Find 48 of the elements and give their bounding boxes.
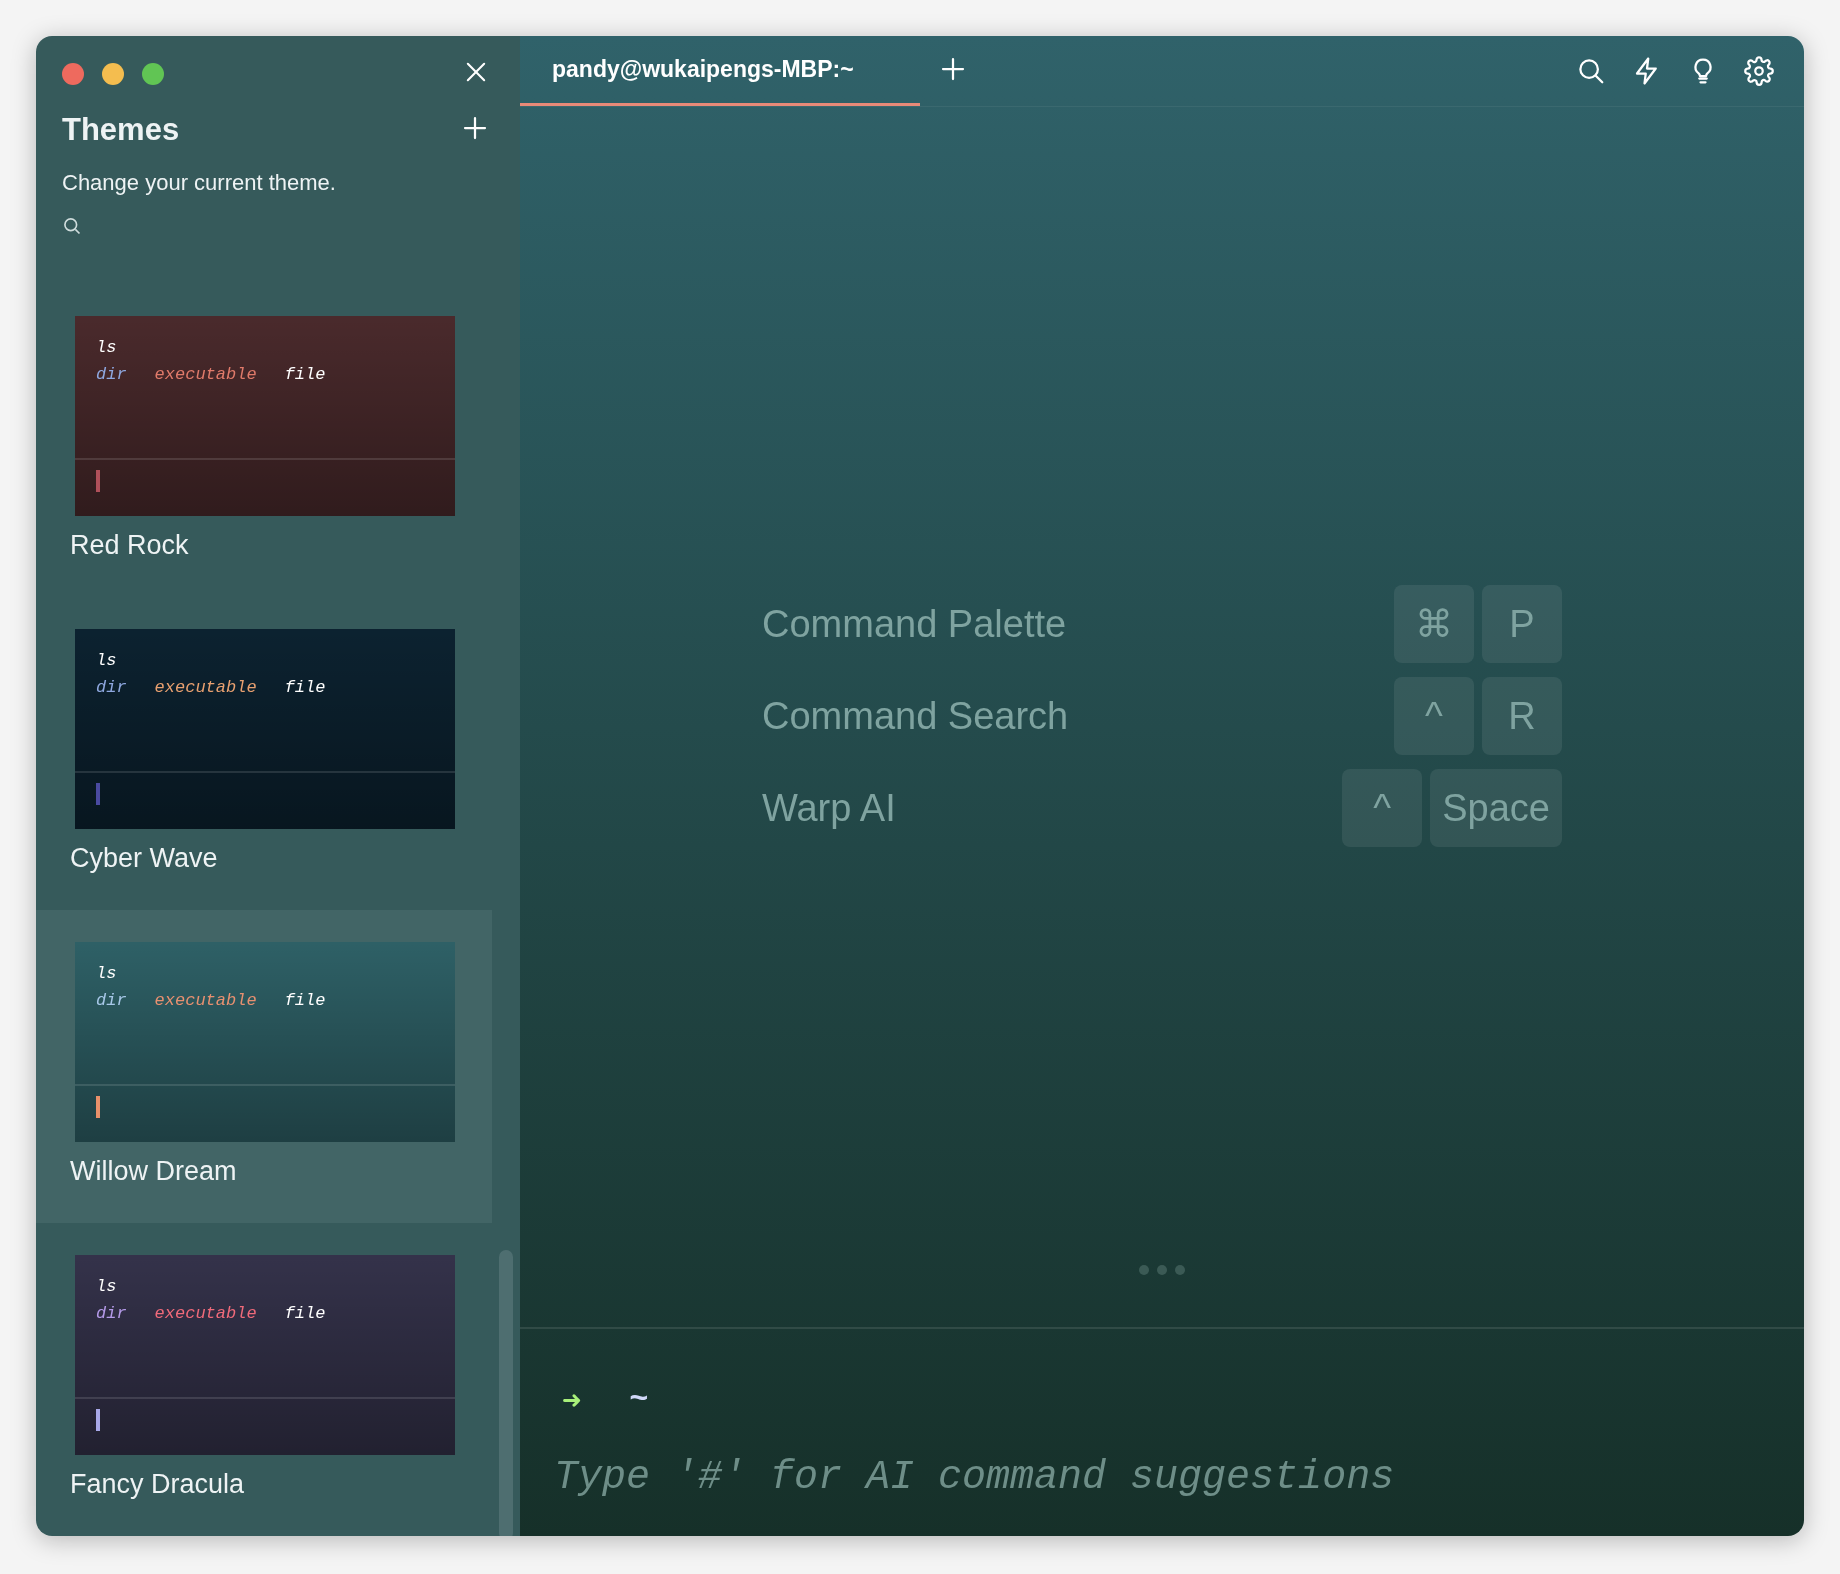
keycap: ^ [1342, 769, 1423, 847]
preview-filename: executable [154, 1304, 257, 1323]
maximize-window-button[interactable] [142, 63, 164, 85]
more-dots-icon[interactable] [1139, 1265, 1185, 1275]
preview-filename: dir [96, 365, 127, 384]
search-icon[interactable] [62, 216, 82, 236]
settings-icon[interactable] [1744, 56, 1774, 86]
preview-filename: file [284, 991, 326, 1010]
command-input[interactable]: ➜ ~ Type '#' for AI command suggestions [520, 1327, 1804, 1536]
preview-command: ls [96, 1277, 118, 1296]
preview-filename: executable [154, 365, 257, 384]
preview-filename: dir [96, 678, 127, 697]
shortcut-label: Command Palette [762, 602, 1068, 646]
preview-filename: executable [154, 991, 257, 1010]
preview-filename: executable [154, 678, 257, 697]
preview-filename: file [284, 1304, 326, 1323]
theme-item[interactable]: ls dir executable file Willow Dream [36, 910, 492, 1223]
keycap: R [1482, 677, 1562, 755]
shortcut-label: Command Search [762, 694, 1070, 738]
search-icon[interactable] [1576, 56, 1606, 86]
theme-item[interactable]: ls dir executable file Fancy Dracula [36, 1223, 492, 1536]
prompt-path: ~ [629, 1381, 649, 1420]
theme-name: Willow Dream [70, 1156, 237, 1187]
theme-name: Red Rock [70, 530, 189, 561]
preview-filename: file [284, 365, 326, 384]
preview-filename: file [284, 678, 326, 697]
panel-title: Themes [62, 112, 180, 148]
preview-command: ls [96, 964, 118, 983]
shortcut-label: Warp AI [762, 786, 897, 830]
terminal-tab[interactable]: pandy@wukaipengs-MBP:~ [520, 36, 920, 106]
keycap: ^ [1394, 677, 1474, 755]
keycap: Space [1430, 769, 1562, 847]
theme-item[interactable]: ls dir executable file Cyber Wave [36, 597, 492, 910]
theme-name: Cyber Wave [70, 843, 218, 874]
preview-command: ls [96, 651, 118, 670]
theme-item[interactable]: ls dir executable file Red Rock [36, 284, 492, 597]
panel-subtitle: Change your current theme. [62, 170, 337, 196]
minimize-window-button[interactable] [102, 63, 124, 85]
scrollbar[interactable] [499, 1250, 513, 1536]
prompt-arrow: ➜ [562, 1383, 582, 1421]
preview-filename: dir [96, 991, 127, 1010]
close-window-button[interactable] [62, 63, 84, 85]
theme-name: Fancy Dracula [70, 1469, 245, 1500]
preview-command: ls [96, 338, 118, 357]
preview-filename: dir [96, 1304, 127, 1323]
keycap: ⌘ [1394, 585, 1474, 663]
keycap: P [1482, 585, 1562, 663]
input-placeholder: Type '#' for AI command suggestions [554, 1455, 1395, 1500]
